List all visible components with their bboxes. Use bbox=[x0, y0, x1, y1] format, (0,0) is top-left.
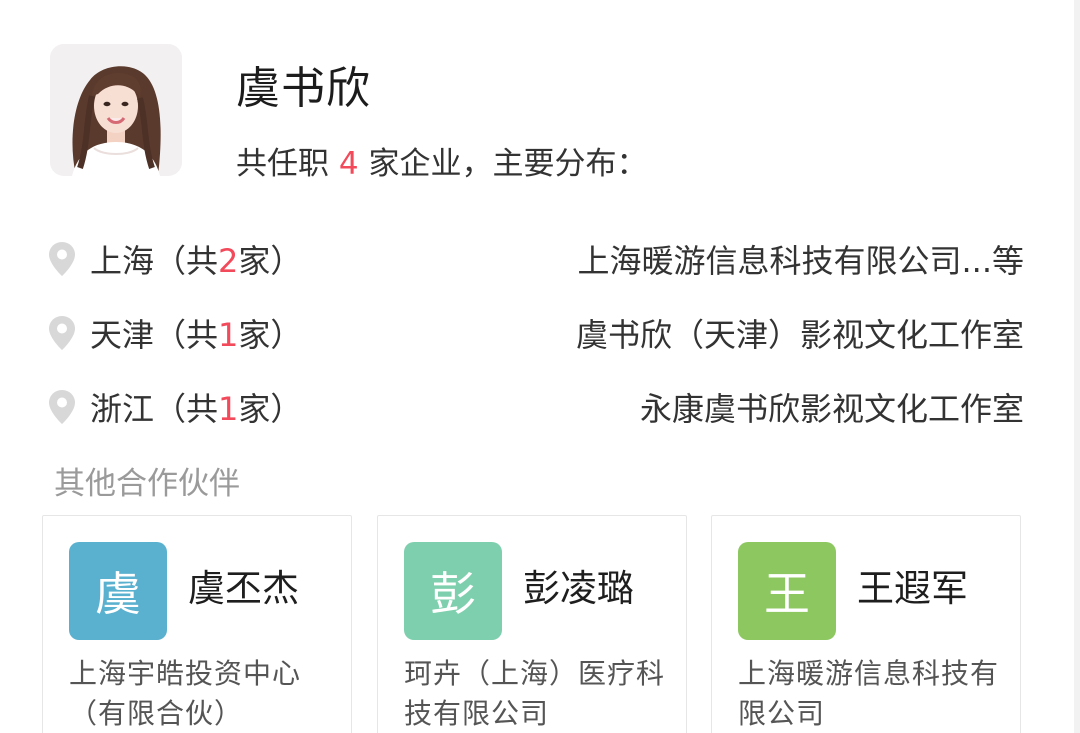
partner-card[interactable]: 王 王遐军 上海暖游信息科技有限公司 bbox=[711, 515, 1021, 733]
region-count: 2 bbox=[218, 242, 239, 280]
partner-card[interactable]: 虞 虞丕杰 上海宇皓投资中心（有限合伙） bbox=[42, 515, 352, 733]
profile-avatar[interactable] bbox=[50, 44, 182, 176]
partner-company: 珂卉（上海）医疗科技有限公司 bbox=[404, 657, 666, 730]
region-company[interactable]: 虞书欣（天津）影视文化工作室 bbox=[576, 310, 1024, 356]
person-profile-page: 虞书欣 共任职 4 家企业，主要分布： 上海（共2家） 上海暖游信息科技有限公司… bbox=[0, 0, 1080, 733]
region-row-tianjin[interactable]: 天津（共1家） 虞书欣（天津）影视文化工作室 bbox=[48, 296, 1024, 370]
region-suffix: 家） bbox=[238, 242, 303, 280]
summary-prefix: 共任职 bbox=[236, 146, 339, 182]
region-suffix: 家） bbox=[238, 390, 303, 428]
location-pin-icon bbox=[49, 316, 75, 350]
region-company[interactable]: 上海暖游信息科技有限公司...等 bbox=[577, 236, 1024, 282]
profile-name: 虞书欣 bbox=[236, 63, 371, 114]
location-pin-icon bbox=[49, 390, 75, 424]
region-count: 1 bbox=[218, 390, 239, 428]
scroll-edge bbox=[1074, 0, 1080, 733]
partner-name: 彭凌璐 bbox=[523, 567, 634, 610]
partner-card[interactable]: 彭 彭凌璐 珂卉（上海）医疗科技有限公司 bbox=[377, 515, 687, 733]
summary-suffix: 家企业，主要分布： bbox=[358, 146, 648, 182]
region-label: 天津（共1家） bbox=[90, 310, 302, 356]
partner-name: 虞丕杰 bbox=[188, 567, 299, 610]
company-count: 4 bbox=[338, 146, 359, 182]
location-pin-icon bbox=[49, 242, 75, 276]
region-name: 上海（共 bbox=[90, 242, 219, 280]
region-name: 天津（共 bbox=[90, 316, 219, 354]
partner-avatar: 彭 bbox=[404, 542, 502, 640]
region-row-zhejiang[interactable]: 浙江（共1家） 永康虞书欣影视文化工作室 bbox=[48, 370, 1024, 444]
region-label: 上海（共2家） bbox=[90, 236, 302, 282]
region-company[interactable]: 永康虞书欣影视文化工作室 bbox=[640, 384, 1024, 430]
region-list: 上海（共2家） 上海暖游信息科技有限公司...等 天津（共1家） 虞书欣（天津）… bbox=[48, 222, 1024, 444]
partner-company: 上海宇皓投资中心（有限合伙） bbox=[69, 657, 302, 730]
profile-summary: 共任职 4 家企业，主要分布： bbox=[236, 142, 647, 186]
partner-company: 上海暖游信息科技有限公司 bbox=[738, 657, 1000, 730]
region-name: 浙江（共 bbox=[90, 390, 219, 428]
partner-avatar: 王 bbox=[738, 542, 836, 640]
partners-section-title: 其他合作伙伴 bbox=[54, 466, 240, 502]
partner-name: 王遐军 bbox=[857, 567, 968, 610]
region-count: 1 bbox=[218, 316, 239, 354]
region-label: 浙江（共1家） bbox=[90, 384, 302, 430]
region-suffix: 家） bbox=[238, 316, 303, 354]
partner-avatar: 虞 bbox=[69, 542, 167, 640]
portrait-image bbox=[50, 44, 182, 176]
region-row-shanghai[interactable]: 上海（共2家） 上海暖游信息科技有限公司...等 bbox=[48, 222, 1024, 296]
